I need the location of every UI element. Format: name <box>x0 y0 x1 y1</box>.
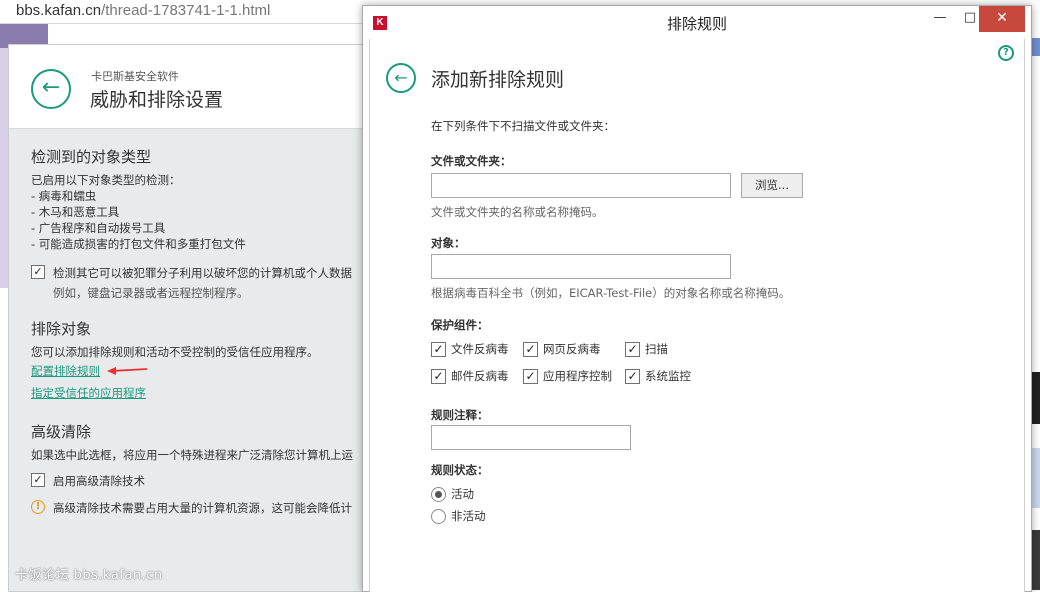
red-arrow-annotation-icon <box>107 367 148 375</box>
detect-other-checkbox[interactable]: ✓ <box>31 265 45 279</box>
advanced-desc: 如果选中此选框，将应用一个特殊进程来广泛清除您计算机上运 <box>31 448 353 462</box>
checkmark-icon: ✓ <box>33 473 43 486</box>
dialog-titlebar[interactable]: K 排除规则 — □ ✕ <box>363 6 1031 39</box>
file-folder-label: 文件或文件夹： <box>431 154 512 168</box>
object-hint: 根据病毒百科全书（例如，EICAR-Test-File）的对象名称或名称掩码。 <box>431 286 791 300</box>
settings-header: ← 卡巴斯基安全软件 威胁和排除设置 <box>9 45 369 129</box>
checkmark-icon: ✓ <box>431 341 446 357</box>
radio-label: 非活动 <box>451 509 486 523</box>
radio-unselected-icon <box>431 508 446 524</box>
close-icon: ✕ <box>996 10 1008 26</box>
advanced-disinfection-title: 高级清除 <box>31 423 92 441</box>
component-label: 应用程序控制 <box>543 369 612 383</box>
object-input[interactable] <box>431 254 731 279</box>
detected-item: - 木马和恶意工具 <box>31 205 120 219</box>
component-app-control-checkbox[interactable]: ✓ 应用程序控制 <box>523 368 612 384</box>
checkmark-icon: ✓ <box>625 341 640 357</box>
component-label: 文件反病毒 <box>451 342 509 356</box>
address-url[interactable]: bbs.kafan.cn/thread-1783741-1-1.html <box>16 2 270 19</box>
protection-components-label: 保护组件： <box>431 318 489 332</box>
detected-item: - 广告程序和自动拨号工具 <box>31 221 166 235</box>
component-web-antivirus-checkbox[interactable]: ✓ 网页反病毒 <box>523 341 601 357</box>
page-title: 威胁和排除设置 <box>90 89 224 111</box>
url-path: /thread-1783741-1-1.html <box>101 2 271 19</box>
url-host: bbs.kafan.cn <box>16 2 102 19</box>
dialog-intro: 在下列条件下不扫描文件或文件夹： <box>431 119 615 133</box>
app-name: 卡巴斯基安全软件 <box>91 70 179 83</box>
detect-other-note: 例如，键盘记录器或者远程控制程序。 <box>53 286 249 300</box>
detected-item: - 可能造成损害的打包文件和多重打包文件 <box>31 237 246 251</box>
file-folder-hint: 文件或文件夹的名称或名称掩码。 <box>431 205 604 219</box>
trusted-applications-link[interactable]: 指定受信任的应用程序 <box>31 385 146 401</box>
help-icon[interactable]: ? <box>998 45 1014 61</box>
component-file-antivirus-checkbox[interactable]: ✓ 文件反病毒 <box>431 341 509 357</box>
rule-comment-input[interactable] <box>431 425 631 450</box>
radio-selected-icon <box>431 486 446 502</box>
minimize-button[interactable]: — <box>925 6 955 32</box>
page-background-strip <box>0 48 8 288</box>
radio-label: 活动 <box>451 487 474 501</box>
component-scan-checkbox[interactable]: ✓ 扫描 <box>625 341 668 357</box>
rule-comment-label: 规则注释： <box>431 408 489 422</box>
detect-other-label: 检测其它可以被犯罪分子利用以破坏您的计算机或个人数据 <box>53 266 352 280</box>
arrow-left-icon: ← <box>394 68 408 87</box>
checkmark-icon: ✓ <box>523 341 538 357</box>
component-label: 邮件反病毒 <box>451 369 509 383</box>
component-label: 系统监控 <box>645 369 691 383</box>
checkmark-icon: ✓ <box>33 265 43 278</box>
component-label: 扫描 <box>645 342 668 356</box>
maximize-icon: □ <box>963 10 977 25</box>
checkmark-icon: ✓ <box>523 368 538 384</box>
detected-objects-title: 检测到的对象类型 <box>31 148 152 166</box>
exclusions-title: 排除对象 <box>31 320 92 338</box>
object-label: 对象： <box>431 236 466 250</box>
file-folder-input[interactable] <box>431 173 731 198</box>
detected-item: - 病毒和蠕虫 <box>31 189 97 203</box>
detected-intro: 已启用以下对象类型的检测： <box>31 173 181 187</box>
component-mail-antivirus-checkbox[interactable]: ✓ 邮件反病毒 <box>431 368 509 384</box>
close-button[interactable]: ✕ <box>979 6 1025 32</box>
back-button[interactable]: ← <box>31 69 71 109</box>
exclusions-desc: 您可以添加排除规则和活动不受控制的受信任应用程序。 <box>31 345 319 359</box>
dialog-heading: 添加新排除规则 <box>431 69 565 91</box>
kaspersky-settings-window: ← 卡巴斯基安全软件 威胁和排除设置 检测到的对象类型 已启用以下对象类型的检测… <box>8 44 370 592</box>
forum-watermark: 卡饭论坛 bbs.kafan.cn <box>15 568 163 583</box>
component-label: 网页反病毒 <box>543 342 601 356</box>
advanced-disinfection-checkbox[interactable]: ✓ <box>31 473 45 487</box>
checkmark-icon: ✓ <box>431 368 446 384</box>
checkmark-icon: ✓ <box>625 368 640 384</box>
minimize-icon: — <box>933 10 947 25</box>
component-system-watcher-checkbox[interactable]: ✓ 系统监控 <box>625 368 691 384</box>
browse-button[interactable]: 浏览... <box>741 173 803 198</box>
advanced-checkbox-label: 启用高级清除技术 <box>53 474 145 488</box>
configure-exclusion-rules-link[interactable]: 配置排除规则 <box>31 363 100 379</box>
status-active-radio[interactable]: 活动 <box>431 486 474 502</box>
rule-status-label: 规则状态： <box>431 463 489 477</box>
advanced-warning-text: 高级清除技术需要占用大量的计算机资源，这可能会降低计 <box>53 501 352 515</box>
dialog-content: ? ← 添加新排除规则 在下列条件下不扫描文件或文件夹： 文件或文件夹： 浏览.… <box>369 39 1025 592</box>
exclusion-rule-dialog: K 排除规则 — □ ✕ ? ← 添加新排除规则 在下列条件下不扫描文件或文件夹… <box>362 5 1032 592</box>
arrow-left-icon: ← <box>41 75 61 100</box>
dialog-back-button[interactable]: ← <box>386 63 416 93</box>
warning-icon: ! <box>31 500 45 514</box>
status-inactive-radio[interactable]: 非活动 <box>431 508 486 524</box>
